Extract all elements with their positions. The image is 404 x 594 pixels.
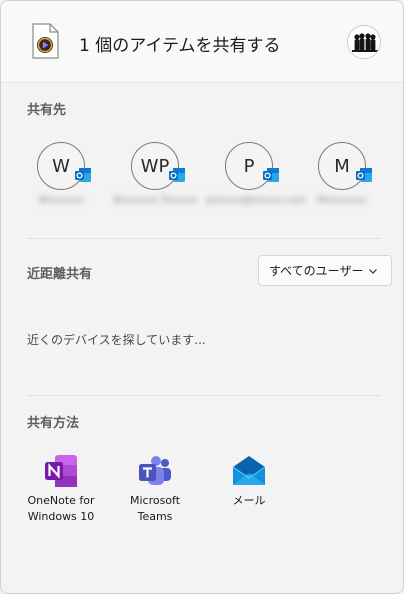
contact-name: Mxxxxxxx	[316, 195, 368, 206]
app-label: Windows 10	[27, 510, 95, 523]
app-label: Microsoft	[129, 494, 181, 507]
nearby-share-label: 近距離共有	[27, 267, 93, 282]
app-onenote[interactable]: OneNote for Windows 10	[16, 453, 106, 525]
app-label: メール	[232, 494, 266, 507]
contact-item[interactable]: W Wxxxxxx	[28, 142, 98, 212]
app-mail[interactable]: メール	[204, 453, 294, 509]
nearby-status-text: 近くのデバイスを探しています...	[27, 333, 206, 347]
contact-name: Wxxxxxx Pxxxxx	[112, 195, 198, 206]
dropdown-value: すべてのユーザー	[269, 264, 364, 278]
contact-name: Wxxxxxx	[38, 195, 84, 206]
app-label: OneNote for	[27, 494, 95, 507]
onenote-icon	[45, 455, 77, 487]
contact-item[interactable]: WP Wxxxxxx Pxxxxx	[113, 142, 197, 212]
divider	[27, 395, 381, 396]
user-avatar-icon[interactable]	[347, 25, 381, 59]
share-header: 1 個のアイテムを共有する	[1, 1, 403, 83]
app-label: Teams	[137, 510, 173, 523]
share-to-label: 共有先	[27, 103, 67, 118]
page-title: 1 個のアイテムを共有する	[79, 36, 281, 56]
mail-icon	[232, 456, 266, 485]
outlook-icon	[169, 168, 185, 182]
media-file-icon	[32, 23, 59, 59]
share-dialog: 1 個のアイテムを共有する 共有先 W Wxxxxxx WP Wxxxxxx P…	[0, 0, 404, 594]
divider	[27, 238, 381, 239]
contact-name: pxxxxx@xxxxx.com	[206, 195, 307, 206]
share-methods-label: 共有方法	[27, 416, 80, 431]
outlook-icon	[75, 168, 91, 182]
contact-item[interactable]: P pxxxxx@xxxxx.com	[206, 142, 306, 212]
teams-icon	[139, 456, 171, 485]
chevron-down-icon	[369, 269, 377, 274]
app-teams[interactable]: Microsoft Teams	[110, 453, 200, 525]
outlook-icon	[356, 168, 372, 182]
contact-item[interactable]: M Mxxxxxxx	[309, 142, 379, 212]
nearby-audience-dropdown[interactable]: すべてのユーザー	[258, 255, 392, 286]
outlook-icon	[263, 168, 279, 182]
